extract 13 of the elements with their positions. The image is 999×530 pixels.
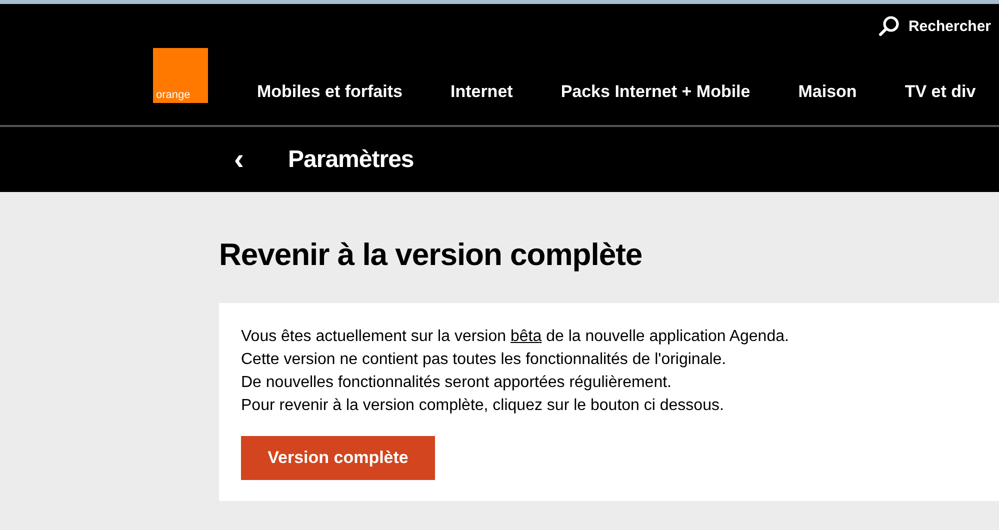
search-icon (878, 15, 900, 37)
search-button[interactable]: Rechercher (878, 15, 999, 37)
nav-link[interactable]: Maison (798, 82, 857, 102)
beta-link[interactable]: bêta (510, 328, 542, 345)
nav-link[interactable]: Internet (450, 82, 513, 102)
info-paragraph: Vous êtes actuellement sur la version bêta de la nouvelle application Agenda. Cette version ne contient pas toutes les fonctionnalités de l'originale. De nouvelles fonctionnalités seront apportées régulièrement. Pour revenir à la version complète, cliquez sur le bouton ci dessous. (241, 327, 790, 416)
nav-link[interactable]: Mobiles et forfaits (257, 82, 402, 102)
full-version-button[interactable]: Version complète (241, 436, 435, 480)
section-heading: Revenir à la version complète (219, 237, 644, 273)
page-title: Paramètres (288, 146, 414, 174)
back-button[interactable]: ‹ (228, 144, 250, 174)
nav-link[interactable]: TV et div (904, 82, 976, 102)
nav-link[interactable]: Packs Internet + Mobile (560, 82, 750, 102)
